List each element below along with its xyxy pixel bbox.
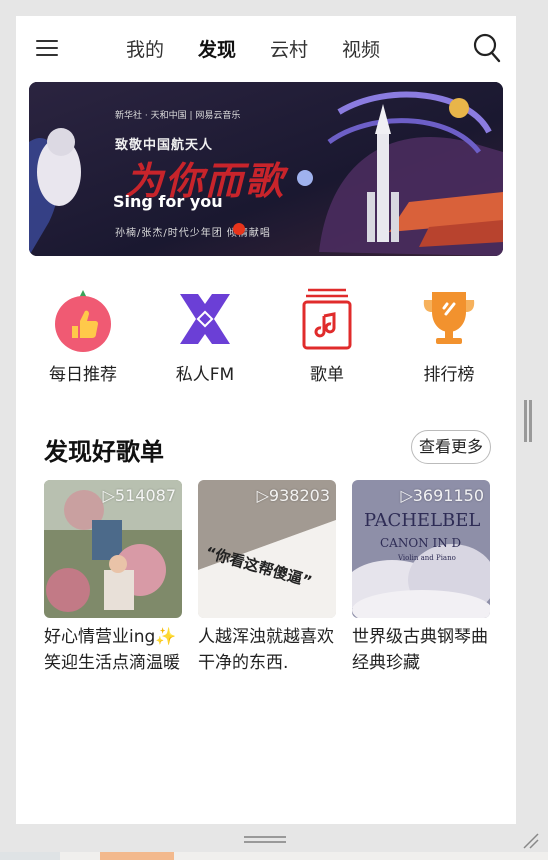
banner-english: Sing for you [113, 192, 223, 211]
playlist-button[interactable]: 歌单 [272, 286, 382, 385]
promo-banner[interactable]: 新华社 · 天和中国 | 网易云音乐 致敬中国航天人 为你而歌 Sing for… [29, 82, 503, 256]
daily-recommend-icon [50, 286, 116, 352]
personal-fm-label: 私人FM [175, 365, 235, 385]
playlist-icon [294, 286, 360, 352]
search-icon[interactable] [472, 32, 502, 64]
banner-sponsor: 新华社 · 天和中国 | 网易云音乐 [115, 111, 241, 121]
playlist-title: 人越浑浊就越喜欢干净的东西. [198, 627, 334, 673]
charts-label: 排行榜 [423, 365, 475, 385]
daily-recommend-label: 每日推荐 [49, 365, 117, 385]
tab-discover[interactable]: 发现 [198, 36, 236, 64]
hamburger-menu-icon[interactable] [36, 40, 58, 58]
app-window: 我的 发现 云村 视频 新华社 · 天和中国 | 网易云音乐 致敬中国航天人 为… [16, 16, 516, 824]
personal-fm-button[interactable]: 私人FM [150, 286, 260, 385]
side-resize-handle[interactable] [524, 400, 534, 442]
shortcut-row: 每日推荐 私人FM 歌单 排行榜 [16, 286, 516, 396]
playlist-cards: ▷514087 好心情营业ing✨笑迎生活点滴温暖 ▷938203 “你看这帮傻… [44, 480, 504, 680]
cover-text-instrument: Violin and Piano [398, 554, 456, 562]
charts-button[interactable]: 排行榜 [394, 286, 504, 385]
personal-fm-icon [172, 286, 238, 352]
playlist-title: 好心情营业ing✨笑迎生活点滴温暖 [44, 627, 180, 673]
trophy-icon [416, 286, 482, 352]
corner-resize-handle[interactable] [520, 830, 540, 850]
tab-community[interactable]: 云村 [270, 36, 308, 64]
playlist-cover: ▷514087 [44, 480, 182, 618]
playlist-cover: ▷938203 “你看这帮傻逼” [198, 480, 336, 618]
bottom-resize-handle[interactable] [244, 836, 286, 846]
tab-video[interactable]: 视频 [342, 36, 380, 64]
playlist-card[interactable]: ▷3691150 PACHELBEL CANON IN D Violin and… [352, 480, 490, 680]
playlist-cover: ▷3691150 PACHELBEL CANON IN D Violin and… [352, 480, 490, 618]
play-count: ▷514087 [102, 486, 176, 505]
play-count: ▷938203 [256, 486, 330, 505]
play-count: ▷3691150 [400, 486, 484, 505]
cover-text-piece: CANON IN D [380, 536, 462, 550]
cover-text-composer: PACHELBEL [364, 510, 481, 531]
playlist-card[interactable]: ▷938203 “你看这帮傻逼” 人越浑浊就越喜欢干净的东西. [198, 480, 336, 680]
background-strip [0, 852, 548, 860]
top-nav-bar: 我的 发现 云村 视频 [16, 16, 516, 80]
banner-page-indicator[interactable] [233, 223, 245, 235]
section-title: 发现好歌单 [44, 438, 164, 466]
daily-recommend-button[interactable]: 每日推荐 [28, 286, 138, 385]
view-more-button[interactable]: 查看更多 [411, 430, 491, 464]
banner-artists: 孙楠/张杰/时代少年团 倾情献唱 [115, 228, 271, 239]
tab-mine[interactable]: 我的 [126, 36, 164, 64]
playlist-card[interactable]: ▷514087 好心情营业ing✨笑迎生活点滴温暖 [44, 480, 182, 680]
playlist-label: 歌单 [310, 365, 344, 385]
top-tabs: 我的 发现 云村 视频 [126, 36, 414, 64]
playlist-title: 世界级古典钢琴曲经典珍藏 [352, 627, 488, 673]
